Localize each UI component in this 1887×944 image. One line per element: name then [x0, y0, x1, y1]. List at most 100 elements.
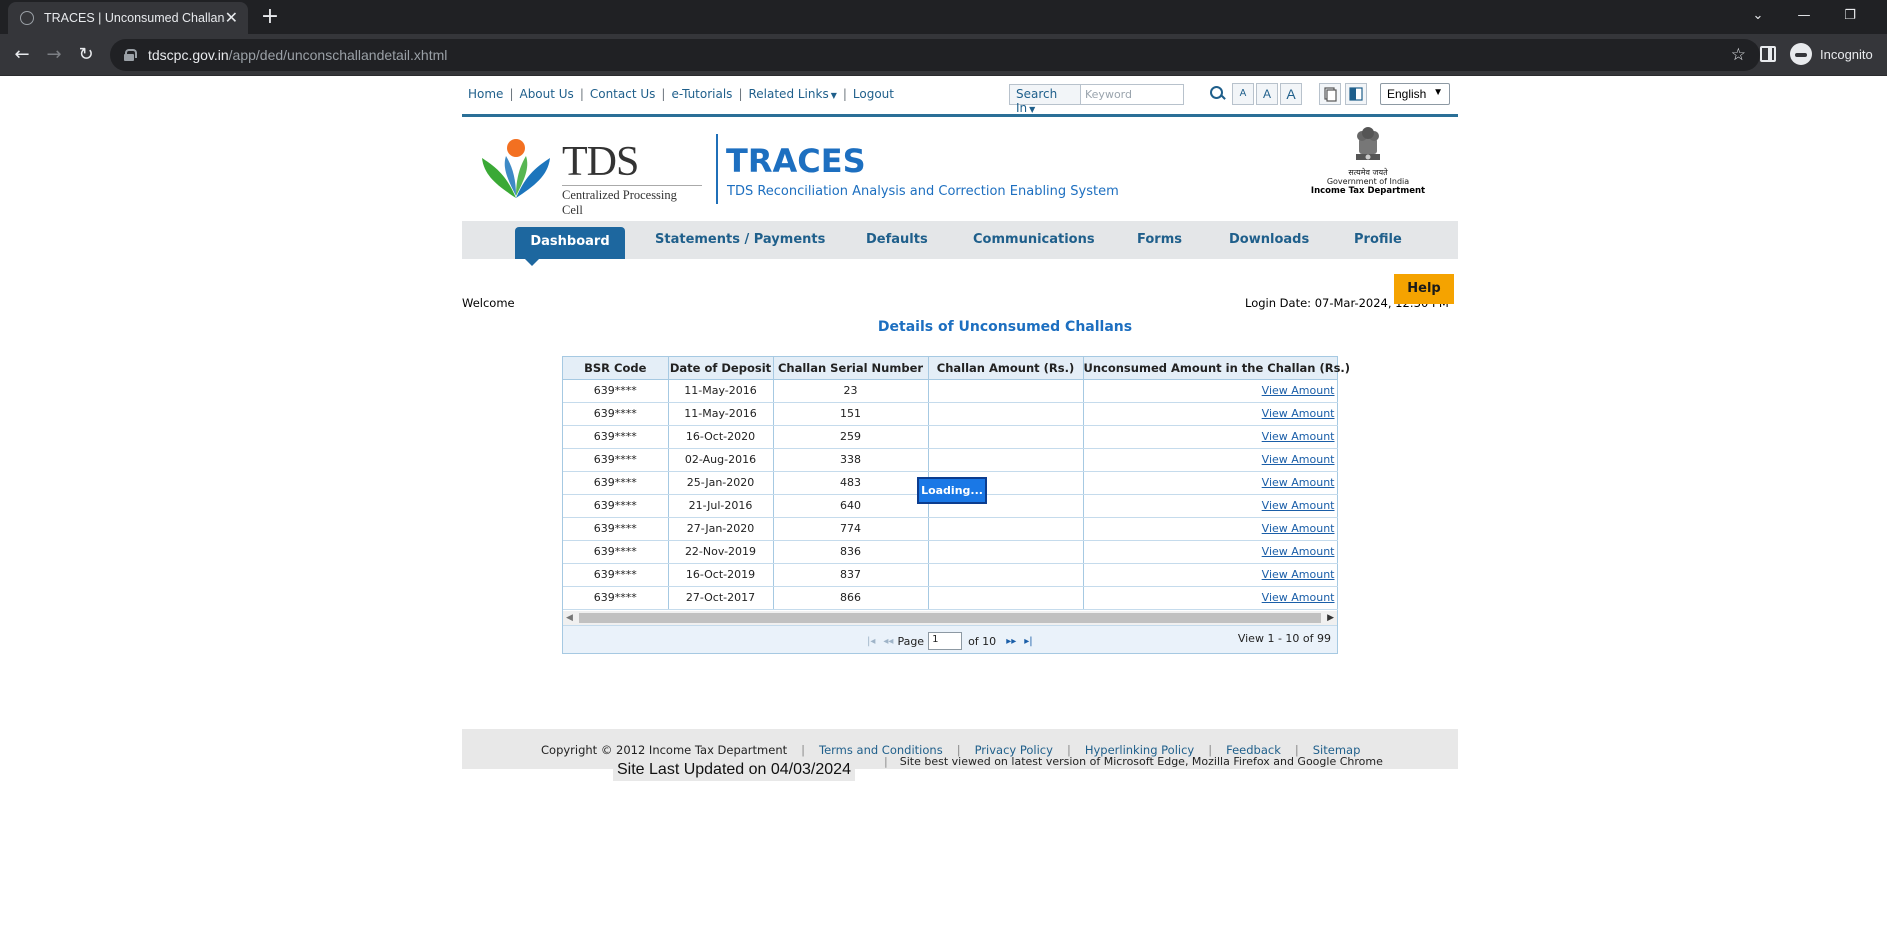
nav-link-home[interactable]: Home — [468, 87, 503, 101]
forward-arrow-icon[interactable]: → — [42, 43, 66, 67]
view-amount-link[interactable]: View Amount — [1262, 407, 1335, 420]
unconsumed-amount-cell: View Amount — [1083, 425, 1338, 449]
side-panel-icon[interactable] — [1760, 46, 1776, 62]
address-bar[interactable]: tdscpc.gov.in /app/ded/unconschallandeta… — [110, 39, 1760, 71]
close-tab-icon[interactable]: ✕ — [225, 10, 238, 26]
grid-pager: |◂ ◂◂ Page 1 of 10 ▸▸ ▸| View 1 - 10 of … — [563, 625, 1337, 653]
view-amount-link[interactable]: View Amount — [1262, 384, 1335, 397]
column-header-unconsumed-amount[interactable]: Unconsumed Amount in the Challan (Rs.) — [1083, 357, 1350, 380]
page-number-input[interactable]: 1 — [928, 632, 963, 650]
unconsumed-amount-cell: View Amount — [1083, 540, 1338, 564]
challan-amount-cell — [928, 540, 1084, 564]
view-amount-link[interactable]: View Amount — [1262, 453, 1335, 466]
search-in-dropdown[interactable]: Search In ▼ — [1009, 84, 1081, 115]
search-icon[interactable] — [1207, 83, 1229, 105]
column-header-challan-serial[interactable]: Challan Serial Number — [773, 357, 929, 380]
last-page-icon[interactable]: ▸| — [1024, 636, 1032, 647]
tab-search-icon[interactable]: ⌄ — [1735, 0, 1781, 30]
font-normal-button[interactable]: A — [1256, 83, 1278, 105]
challan-amount-cell — [928, 425, 1084, 449]
view-amount-link[interactable]: View Amount — [1262, 522, 1335, 535]
view-amount-link[interactable]: View Amount — [1262, 499, 1335, 512]
logo-subtitle: Centralized Processing Cell — [562, 188, 677, 217]
bsr-code-cell: 639**** — [563, 586, 669, 610]
scrollbar-thumb[interactable] — [579, 613, 1321, 623]
nav-link-e-tutorials[interactable]: e-Tutorials — [671, 87, 732, 101]
challan-grid: BSR Code Date of Deposit Challan Serial … — [562, 356, 1350, 654]
column-header-date-of-deposit[interactable]: Date of Deposit — [668, 357, 774, 380]
help-button[interactable]: Help — [1394, 274, 1454, 304]
tab-title: TRACES | Unconsumed Challans — [44, 11, 225, 25]
serial-number-cell: 836 — [773, 540, 929, 564]
lock-icon — [124, 49, 137, 61]
next-page-icon[interactable]: ▸▸ — [1006, 636, 1016, 647]
contrast-icon[interactable] — [1345, 83, 1367, 105]
view-amount-link[interactable]: View Amount — [1262, 430, 1335, 443]
nav-link-about-us[interactable]: About Us — [519, 87, 573, 101]
nav-link-contact-us[interactable]: Contact Us — [590, 87, 656, 101]
challan-amount-cell — [928, 379, 1084, 403]
tab-downloads[interactable]: Downloads — [1229, 221, 1309, 259]
government-emblem: सत्यमेव जयते Government of India Income … — [1308, 124, 1428, 208]
view-amount-link[interactable]: View Amount — [1262, 591, 1335, 604]
browser-tab[interactable]: TRACES | Unconsumed Challans ✕ — [8, 2, 248, 34]
tds-logo[interactable]: TDS Centralized Processing Cell — [478, 136, 702, 217]
restore-button[interactable]: ❐ — [1827, 0, 1873, 30]
site-header: TDS Centralized Processing Cell TRACES T… — [462, 120, 1458, 220]
bsr-code-cell: 639**** — [563, 540, 669, 564]
tab-profile[interactable]: Profile — [1354, 221, 1402, 259]
dropdown-caret-icon: ▼ — [1029, 105, 1036, 114]
welcome-text: Welcome — [462, 296, 515, 310]
main-nav: Dashboard Statements / Payments Defaults… — [462, 221, 1458, 266]
horizontal-scrollbar[interactable]: ◀ ▶ — [563, 611, 1337, 625]
reload-icon[interactable]: ↻ — [74, 43, 98, 67]
sitemap-icon[interactable] — [1319, 83, 1341, 105]
serial-number-cell: 640 — [773, 494, 929, 518]
last-updated-text: Site Last Updated on 04/03/2024 — [613, 759, 855, 781]
emblem-motto: सत्यमेव जयते — [1348, 168, 1388, 177]
tab-dashboard[interactable]: Dashboard — [515, 227, 625, 266]
bsr-code-cell: 639**** — [563, 425, 669, 449]
table-row: 639**** 16-Oct-2020 259 View Amount — [563, 425, 1338, 449]
loading-indicator: Loading... — [917, 477, 987, 504]
nav-link-related-links[interactable]: Related Links ▼ — [748, 87, 836, 101]
serial-number-cell: 338 — [773, 448, 929, 472]
view-amount-link[interactable]: View Amount — [1262, 545, 1335, 558]
minimize-button[interactable]: — — [1781, 0, 1827, 30]
column-header-bsr-code[interactable]: BSR Code — [563, 357, 669, 380]
view-amount-link[interactable]: View Amount — [1262, 568, 1335, 581]
ashoka-emblem-icon — [1350, 124, 1386, 168]
url-host: tdscpc.gov.in — [148, 47, 229, 63]
incognito-profile[interactable]: Incognito — [1790, 43, 1873, 65]
challan-amount-cell — [928, 402, 1084, 426]
view-amount-link[interactable]: View Amount — [1262, 476, 1335, 489]
dropdown-caret-icon: ▼ — [830, 91, 837, 100]
language-select[interactable]: English ▼ — [1380, 83, 1450, 105]
browser-toolbar: ← → ↻ tdscpc.gov.in /app/ded/unconschall… — [0, 34, 1887, 76]
tab-forms[interactable]: Forms — [1137, 221, 1182, 259]
font-increase-button[interactable]: A — [1280, 83, 1302, 105]
bookmark-star-icon[interactable]: ☆ — [1731, 45, 1746, 65]
column-header-challan-amount[interactable]: Challan Amount (Rs.) — [928, 357, 1084, 380]
scroll-right-icon[interactable]: ▶ — [1327, 611, 1334, 625]
new-tab-button[interactable]: + — [258, 6, 282, 30]
best-viewed-text: Site best viewed on latest version of Mi… — [899, 755, 1383, 768]
scroll-left-icon[interactable]: ◀ — [566, 611, 573, 625]
site-subtitle: TDS Reconciliation Analysis and Correcti… — [727, 184, 1119, 199]
first-page-icon[interactable]: |◂ — [867, 636, 875, 647]
tab-statements-payments[interactable]: Statements / Payments — [655, 221, 825, 259]
bsr-code-cell: 639**** — [563, 517, 669, 541]
tab-defaults[interactable]: Defaults — [866, 221, 928, 259]
back-arrow-icon[interactable]: ← — [10, 43, 34, 67]
emblem-department: Income Tax Department — [1310, 186, 1426, 196]
nav-link-logout[interactable]: Logout — [853, 87, 894, 101]
tds-logo-icon — [482, 139, 550, 198]
previous-page-icon[interactable]: ◂◂ — [883, 636, 893, 647]
keyword-input[interactable]: Keyword — [1081, 84, 1184, 105]
challan-amount-cell — [928, 563, 1084, 587]
emblem-goi: Government of India — [1326, 177, 1410, 186]
serial-number-cell: 23 — [773, 379, 929, 403]
chevron-down-icon: ▼ — [1433, 87, 1443, 98]
tab-communications[interactable]: Communications — [973, 221, 1095, 259]
font-decrease-button[interactable]: A — [1232, 83, 1254, 105]
